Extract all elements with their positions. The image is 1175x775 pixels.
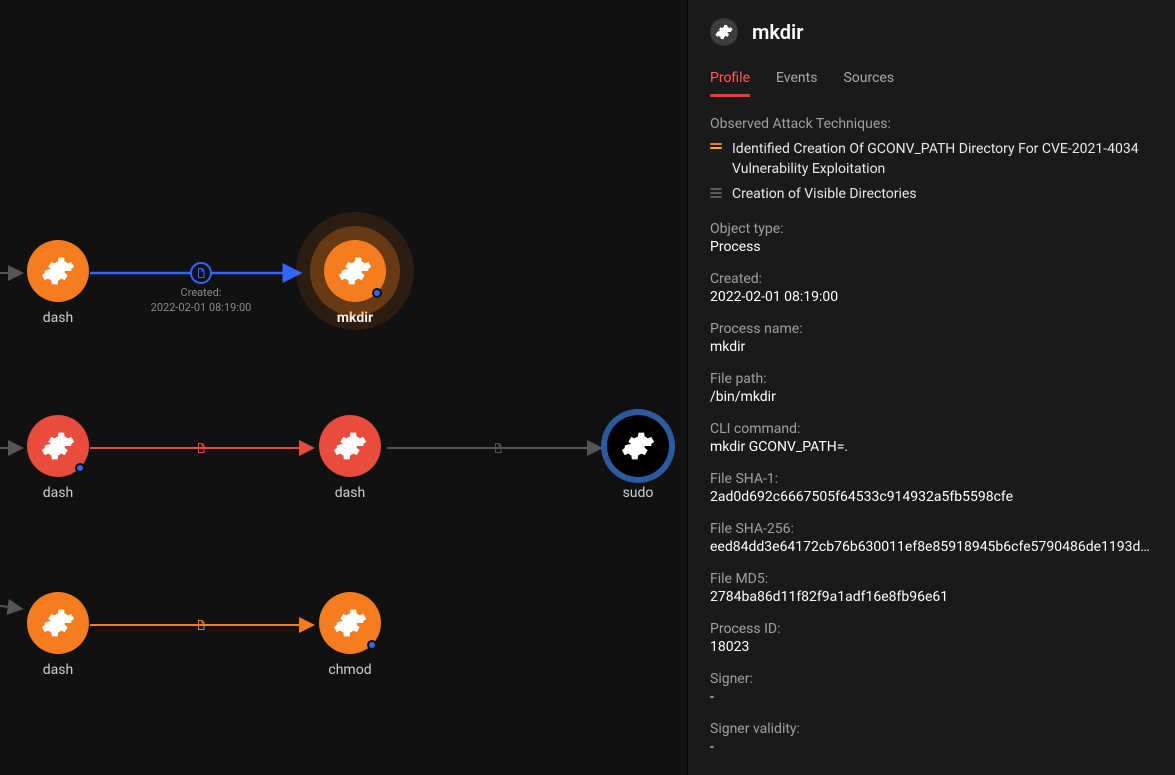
technique-text: Creation of Visible Directories: [732, 185, 917, 205]
node-chmod[interactable]: chmod: [319, 592, 381, 678]
node-label: dash: [27, 310, 89, 326]
details-panel: mkdir Profile Events Sources Observed At…: [687, 0, 1175, 775]
node-dash-4[interactable]: dash: [27, 592, 89, 678]
tab-events[interactable]: Events: [776, 70, 817, 97]
status-dot: [75, 463, 85, 473]
field-file-path: File path: /bin/mkdir: [710, 371, 1153, 405]
gear-icon: [333, 606, 367, 640]
gear-icon: [338, 254, 372, 288]
technique-text: Identified Creation Of GCONV_PATH Direct…: [732, 140, 1153, 179]
field-signer-validity: Signer validity: -: [710, 721, 1153, 755]
panel-title: mkdir: [752, 20, 803, 44]
status-dot: [367, 640, 377, 650]
node-dash-2[interactable]: dash: [27, 415, 89, 501]
node-dash-1[interactable]: dash: [27, 240, 89, 326]
field-cli-command: CLI command: mkdir GCONV_PATH=.: [710, 421, 1153, 455]
tab-sources[interactable]: Sources: [843, 70, 894, 97]
panel-icon: [710, 18, 738, 46]
node-label: dash: [27, 485, 89, 501]
field-process-name: Process name: mkdir: [710, 321, 1153, 355]
node-label: sudo: [607, 485, 669, 501]
gear-icon: [41, 429, 75, 463]
edge-label: Created: 2022-02-01 08:19:00: [151, 286, 252, 316]
gear-icon: [41, 254, 75, 288]
severity-icon: [710, 188, 722, 198]
gear-icon: [41, 606, 75, 640]
gear-icon: [333, 429, 367, 463]
field-sha1: File SHA-1: 2ad0d692c6667505f64533c91493…: [710, 471, 1153, 505]
node-label: chmod: [319, 662, 381, 678]
technique-item[interactable]: Identified Creation Of GCONV_PATH Direct…: [710, 140, 1153, 179]
node-dash-3[interactable]: dash: [319, 415, 381, 501]
tab-profile[interactable]: Profile: [710, 70, 750, 97]
status-dot: [372, 288, 382, 298]
node-label: mkdir: [324, 310, 386, 326]
node-mkdir[interactable]: mkdir: [324, 240, 386, 326]
process-graph[interactable]: Created: 2022-02-01 08:19:00 dash mkdir …: [0, 0, 687, 775]
field-md5: File MD5: 2784ba86d11f82f9a1adf16e8fb96e…: [710, 571, 1153, 605]
panel-tabs: Profile Events Sources: [710, 70, 1153, 98]
node-label: dash: [27, 662, 89, 678]
field-object-type: Object type: Process: [710, 221, 1153, 255]
technique-item[interactable]: Creation of Visible Directories: [710, 185, 1153, 205]
gear-icon: [621, 429, 655, 463]
node-label: dash: [319, 485, 381, 501]
observed-techniques-header: Observed Attack Techniques:: [710, 116, 1153, 132]
field-process-id: Process ID: 18023: [710, 621, 1153, 655]
node-sudo[interactable]: sudo: [607, 415, 669, 501]
field-sha256: File SHA-256: eed84dd3e64172cb76b630011e…: [710, 521, 1153, 555]
gear-icon: [715, 23, 733, 41]
field-signer: Signer: -: [710, 671, 1153, 705]
severity-icon: [710, 143, 722, 149]
field-created: Created: 2022-02-01 08:19:00: [710, 271, 1153, 305]
